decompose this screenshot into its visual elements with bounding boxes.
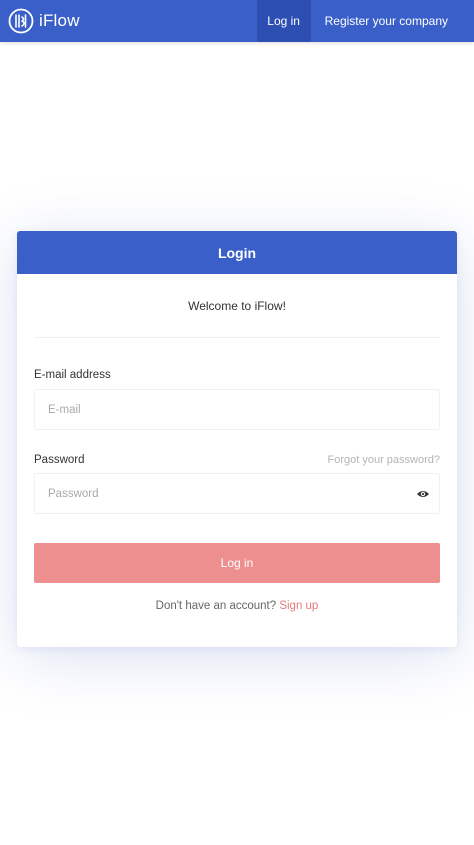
password-label-row: Password Forgot your password? <box>34 453 440 467</box>
signup-prompt: Don't have an account? <box>155 600 277 612</box>
eye-icon[interactable] <box>416 487 430 501</box>
brand-name: iFlow <box>39 11 80 30</box>
email-field[interactable] <box>35 390 439 429</box>
password-label: Password <box>34 454 85 466</box>
brand[interactable]: iFlow <box>0 0 80 42</box>
signup-link[interactable]: Sign up <box>279 600 318 612</box>
nav-register-link[interactable]: Register your company <box>311 0 474 42</box>
forgot-password-link[interactable]: Forgot your password? <box>328 454 441 466</box>
top-navbar: iFlow Log in Register your company <box>0 0 474 42</box>
welcome-message: Welcome to iFlow! <box>34 274 440 338</box>
nav-links: Log in Register your company <box>256 0 474 42</box>
login-card-title: Login <box>17 231 457 274</box>
password-field[interactable] <box>35 474 439 513</box>
password-input-wrapper <box>34 473 440 514</box>
signup-line: Don't have an account? Sign up <box>34 600 440 612</box>
login-button[interactable]: Log in <box>34 543 440 583</box>
login-form: E-mail address Password Forgot your pass… <box>17 369 457 612</box>
email-label: E-mail address <box>34 369 111 381</box>
nav-login-link[interactable]: Log in <box>256 0 311 42</box>
email-input-wrapper <box>34 389 440 430</box>
iflow-logo-icon <box>8 8 34 34</box>
page: iFlow Log in Register your company Login… <box>0 0 474 845</box>
login-card: Login Welcome to iFlow! E-mail address P… <box>17 231 457 647</box>
